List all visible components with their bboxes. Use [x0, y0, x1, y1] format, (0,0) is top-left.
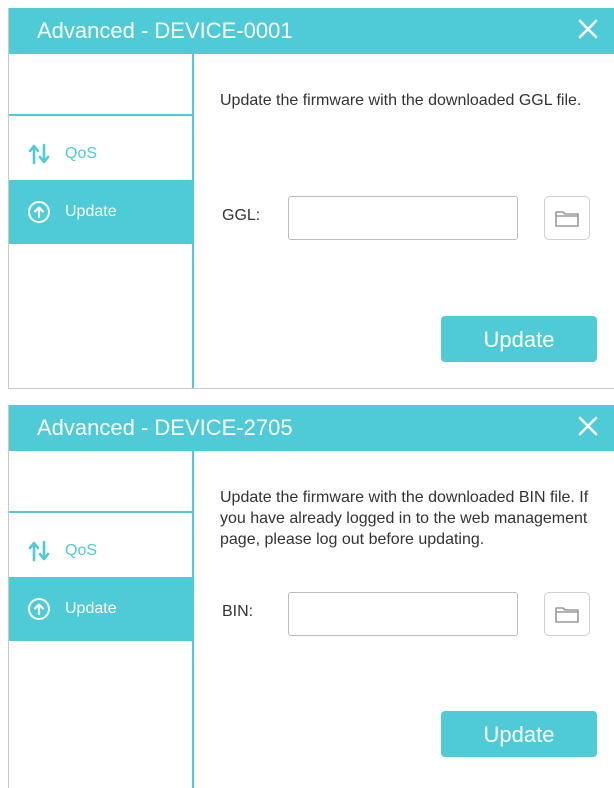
firmware-description: Update the firmware with the downloaded … [220, 489, 589, 548]
sidebar-item-label: QoS [65, 145, 98, 162]
folder-icon [555, 211, 579, 227]
file-field-label: GGL: [222, 207, 261, 224]
update-button[interactable]: Update [441, 316, 597, 362]
sidebar-item-label: QoS [65, 542, 98, 559]
file-path-input[interactable] [288, 196, 518, 240]
update-button[interactable]: Update [441, 711, 597, 757]
sidebar: QoS Update [9, 54, 194, 388]
firmware-description: Update the firmware with the downloaded … [220, 92, 582, 109]
upload-circle-icon [28, 598, 50, 620]
sidebar-divider [9, 114, 192, 116]
sidebar-item-qos[interactable]: QoS [9, 519, 192, 583]
sidebar-item-label: Update [65, 600, 117, 617]
sidebar: QoS Update [9, 451, 194, 788]
sidebar-item-update[interactable]: Update [9, 180, 192, 244]
sidebar-item-label: Update [65, 203, 117, 220]
file-path-input[interactable] [288, 592, 518, 636]
update-content: Update the firmware with the downloaded … [194, 54, 614, 388]
sidebar-item-qos[interactable]: QoS [9, 122, 192, 186]
advanced-dialog-2: Advanced - DEVICE-2705 QoS Update Update… [8, 405, 614, 788]
browse-button[interactable] [544, 196, 590, 240]
dialog-title: Advanced - DEVICE-0001 [37, 18, 293, 43]
dialog-titlebar: Advanced - DEVICE-0001 [9, 8, 614, 54]
sort-arrows-icon [28, 143, 50, 165]
browse-button[interactable] [544, 592, 590, 636]
upload-circle-icon [28, 201, 50, 223]
advanced-dialog-1: Advanced - DEVICE-0001 QoS Update Update… [8, 8, 614, 389]
dialog-title: Advanced - DEVICE-2705 [37, 415, 293, 440]
folder-icon [555, 607, 579, 623]
file-field-label: BIN: [222, 603, 254, 620]
close-icon[interactable] [575, 413, 601, 439]
dialog-titlebar: Advanced - DEVICE-2705 [9, 405, 614, 451]
sidebar-divider [9, 511, 192, 513]
sort-arrows-icon [28, 540, 50, 562]
sidebar-item-update[interactable]: Update [9, 577, 192, 641]
close-icon[interactable] [575, 16, 601, 42]
update-content: Update the firmware with the downloaded … [194, 451, 614, 788]
